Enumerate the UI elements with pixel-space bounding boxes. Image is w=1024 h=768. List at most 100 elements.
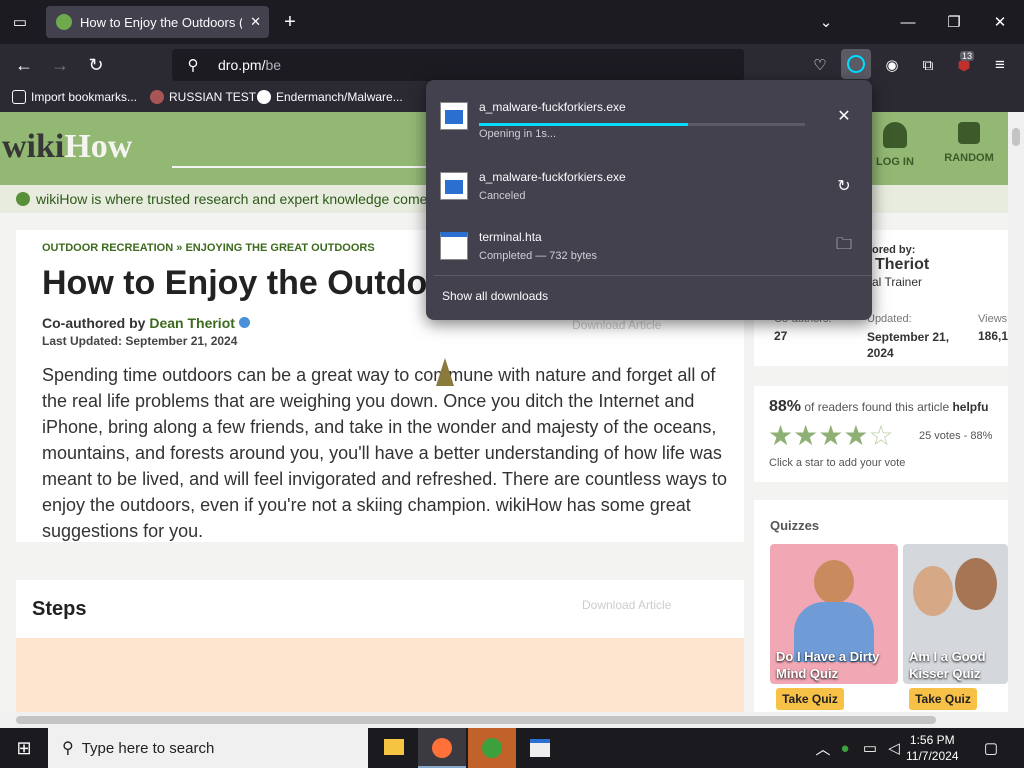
notifications-icon[interactable]: ▢: [980, 738, 1002, 758]
quiz-card-dirty-mind[interactable]: Do I Have a Dirty Mind Quiz: [770, 544, 898, 684]
download-filename: a_malware-fuckforkiers.exe: [479, 170, 626, 184]
bookmark-endermanch[interactable]: Endermanch/Malware...: [257, 90, 403, 104]
forward-icon[interactable]: →: [48, 53, 72, 77]
new-tab-icon[interactable]: +: [278, 10, 302, 34]
article-intro: Spending time outdoors can be a great wa…: [42, 365, 728, 541]
user-icon: [883, 122, 907, 148]
retry-download-icon[interactable]: ↻: [830, 174, 858, 198]
taskbar-search[interactable]: ⚲ Type here to search: [48, 728, 368, 768]
breadcrumb: OUTDOOR RECREATION » ENJOYING THE GREAT …: [42, 242, 375, 254]
bookmark-import[interactable]: Import bookmarks...: [12, 90, 137, 104]
tab-list-icon[interactable]: ▭: [8, 12, 32, 32]
download-status: Opening in 1s...: [479, 128, 557, 140]
download-status: Completed — 732 bytes: [479, 250, 598, 262]
close-tab-icon[interactable]: ✕: [250, 14, 261, 30]
take-quiz-button-2[interactable]: Take Quiz: [909, 688, 977, 710]
author-role: al Trainer: [872, 275, 923, 289]
download-item-1[interactable]: a_malware-fuckforkiers.exe Opening in 1s…: [426, 86, 872, 146]
taskbar-app-green[interactable]: [468, 728, 516, 768]
exe-file-icon: [440, 172, 468, 200]
horizontal-scroll-thumb[interactable]: [16, 716, 936, 724]
coauthored-by-label: ored by:: [872, 244, 916, 256]
nav-random[interactable]: RANDOM: [934, 122, 1004, 164]
download-item-3[interactable]: terminal.hta Completed — 732 bytes 🗀: [426, 216, 872, 276]
rating-stars[interactable]: ★★★★☆: [768, 422, 894, 450]
steps-heading: Steps: [32, 598, 87, 620]
search-icon: ⚲: [62, 740, 74, 757]
bookmark-russian-test[interactable]: RUSSIAN TEST: [150, 90, 256, 104]
star-icon[interactable]: ★: [793, 420, 818, 451]
coauthors-count: 27: [774, 329, 788, 343]
star-icon[interactable]: ★: [768, 420, 793, 451]
hta-file-icon: [440, 232, 468, 260]
views-label: Views: [978, 313, 1008, 325]
windows-start-icon[interactable]: ⊞: [0, 728, 48, 768]
extension-badge: 13: [960, 51, 975, 61]
url-text[interactable]: dro.pm/be: [218, 57, 281, 73]
author-link[interactable]: Dean Theriot: [149, 315, 235, 331]
rate-hint: Click a star to add your vote: [769, 457, 906, 469]
site-search-underline[interactable]: [172, 166, 428, 168]
clock[interactable]: 1:56 PM 11/7/2024: [906, 732, 959, 764]
download-filename: terminal.hta: [479, 230, 542, 244]
volume-icon[interactable]: ◁: [884, 738, 904, 758]
window-icon: [530, 739, 550, 757]
users-icon: [482, 738, 502, 758]
downloads-icon[interactable]: [841, 49, 871, 79]
separator: [434, 275, 872, 276]
pocket-icon[interactable]: ♡: [808, 53, 832, 77]
crumb-enjoying[interactable]: ENJOYING THE GREAT OUTDOORS: [185, 242, 374, 254]
page-title: How to Enjoy the Outdo: [42, 264, 428, 302]
star-icon[interactable]: ★: [843, 420, 868, 451]
tray-users-icon[interactable]: ●: [836, 738, 854, 758]
download-status: Canceled: [479, 190, 526, 202]
quiz-card-kisser[interactable]: Am I a Good Kisser Quiz: [903, 544, 1008, 684]
vertical-scrollbar[interactable]: [1008, 112, 1024, 712]
wikihow-logo[interactable]: wikiHow: [2, 128, 132, 166]
account-icon[interactable]: ◉: [880, 53, 904, 77]
tab-active[interactable]: How to Enjoy the Outdoors (wit ✕: [46, 6, 269, 38]
show-all-downloads[interactable]: Show all downloads: [442, 289, 548, 303]
download-item-2[interactable]: a_malware-fuckforkiers.exe Canceled ↻: [426, 156, 872, 216]
wikihow-favicon-icon: [56, 14, 72, 30]
github-icon: [257, 90, 271, 104]
crumb-outdoor[interactable]: OUTDOOR RECREATION: [42, 242, 173, 254]
take-quiz-button-1[interactable]: Take Quiz: [776, 688, 844, 710]
close-window-icon[interactable]: ✕: [988, 10, 1012, 34]
downloads-panel: a_malware-fuckforkiers.exe Opening in 1s…: [426, 80, 872, 320]
download-article-button[interactable]: Download Article: [572, 318, 661, 332]
views-count: 186,1: [978, 329, 1008, 343]
folder-icon[interactable]: 🗀: [830, 234, 858, 258]
tray-chevron-icon[interactable]: ︿: [814, 738, 832, 758]
cancel-download-icon[interactable]: ✕: [830, 104, 858, 128]
url-path: be: [265, 57, 282, 73]
coauthor-line: Co-authored by Dean Theriot: [42, 315, 250, 331]
check-icon: [16, 192, 30, 206]
chevron-down-icon[interactable]: ⌄: [814, 10, 838, 34]
taskbar-file-explorer[interactable]: [370, 728, 418, 768]
back-icon[interactable]: ←: [12, 53, 36, 77]
tab-title: How to Enjoy the Outdoors (wit: [80, 14, 243, 30]
extensions-icon[interactable]: ⧉: [916, 53, 940, 77]
star-icon[interactable]: ★: [818, 420, 843, 451]
taskbar-firefox[interactable]: [418, 728, 466, 768]
menu-icon[interactable]: ≡: [988, 53, 1012, 77]
download-progress-fill: [479, 123, 688, 126]
star-half-icon[interactable]: ☆: [868, 420, 893, 451]
step-illustration: [16, 638, 744, 712]
folder-icon: [384, 739, 404, 755]
taskbar-terminal[interactable]: [516, 728, 564, 768]
network-icon[interactable]: ▭: [860, 738, 880, 758]
restore-icon[interactable]: ❐: [942, 10, 966, 34]
reload-icon[interactable]: ↻: [84, 53, 108, 77]
scroll-thumb[interactable]: [1012, 128, 1020, 146]
last-updated: Last Updated: September 21, 2024: [42, 334, 238, 348]
quiz-image: [913, 566, 953, 616]
download-article-button-2[interactable]: Download Article: [582, 598, 671, 612]
author-name[interactable]: Theriot: [875, 256, 929, 274]
busy-cursor-icon: [436, 358, 454, 386]
minimize-icon[interactable]: —: [896, 10, 920, 34]
firefox-icon: [432, 738, 452, 758]
verified-icon: [238, 317, 250, 328]
helpful-line: 88% of readers found this article helpfu: [769, 398, 989, 415]
